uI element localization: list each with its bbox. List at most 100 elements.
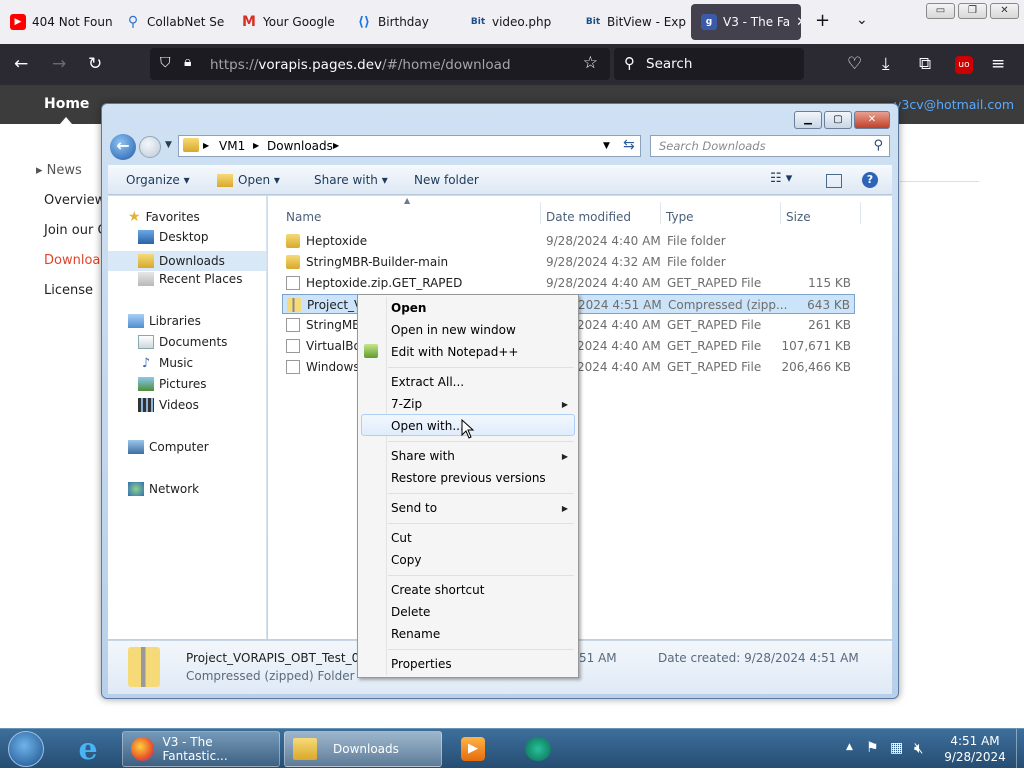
menu-open-new-window[interactable]: Open in new window <box>391 323 516 337</box>
system-clock[interactable]: 4:51 AM 9/28/2024 <box>935 733 1015 765</box>
tab-google-account[interactable]: M Your Google A <box>231 4 337 40</box>
nav-downloads[interactable]: Downloads <box>108 251 266 271</box>
tab-birthday[interactable]: ⟨⟩ Birthday <box>346 4 456 40</box>
search-bar[interactable]: ⚲ Search <box>614 48 804 80</box>
column-name[interactable]: Name <box>286 210 321 224</box>
tab-video-php[interactable]: Bit video.php <box>460 4 572 40</box>
media-player-icon[interactable]: ▶ <box>457 733 489 765</box>
column-date-modified[interactable]: Date modified <box>546 210 631 224</box>
menu-properties[interactable]: Properties <box>391 657 452 671</box>
nav-recent-places[interactable]: Recent Places <box>138 272 242 286</box>
menu-extract-all[interactable]: Extract All... <box>391 375 464 389</box>
nav-pictures[interactable]: Pictures <box>138 377 207 391</box>
menu-create-shortcut[interactable]: Create shortcut <box>391 583 484 597</box>
menu-send-to[interactable]: Send to <box>391 501 437 515</box>
site-nav-news[interactable]: ▸ News <box>36 163 82 178</box>
reload-icon[interactable]: ↻ <box>88 54 102 74</box>
menu-cut[interactable]: Cut <box>391 531 412 545</box>
file-row[interactable]: StringMBR-Builder-main 9/28/2024 4:32 AM F… <box>282 252 855 272</box>
start-button-icon[interactable] <box>8 731 44 767</box>
tab-v3-active[interactable]: g V3 - The Fa ✕ <box>691 4 801 40</box>
show-desktop-button[interactable] <box>1016 729 1024 769</box>
nav-desktop[interactable]: Desktop <box>138 230 209 244</box>
bookmark-star-icon[interactable]: ☆ <box>583 53 598 73</box>
breadcrumb-arrow-icon[interactable]: ▶ <box>253 141 259 150</box>
downloads-icon[interactable]: ⤓ <box>882 54 890 74</box>
menu-share-with[interactable]: Share with <box>391 449 455 463</box>
column-separator[interactable] <box>660 202 661 224</box>
site-nav-overview[interactable]: Overview <box>44 193 105 208</box>
taskbar-explorer[interactable]: Downloads <box>284 731 442 767</box>
nav-documents[interactable]: Documents <box>138 335 227 349</box>
menu-open[interactable]: Open <box>391 301 426 315</box>
breadcrumb-vm1[interactable]: VM1 <box>219 139 245 153</box>
menu-hamburger-icon[interactable]: ≡ <box>991 54 1005 74</box>
site-nav-license[interactable]: License <box>44 283 93 298</box>
nav-computer[interactable]: Computer <box>128 440 209 454</box>
refresh-icon[interactable]: ⇆ <box>623 137 635 153</box>
tab-bitview[interactable]: Bit BitView - Expl <box>575 4 687 40</box>
url-bar[interactable]: ⛉ 🔒︎ https://vorapis.pages.dev/#/home/do… <box>150 48 610 80</box>
taskbar-firefox[interactable]: V3 - The Fantastic... <box>122 731 280 767</box>
internet-explorer-icon[interactable]: e <box>72 732 104 767</box>
file-row[interactable]: Heptoxide.zip.GET_RAPED 9/28/2024 4:40 AM… <box>282 273 855 293</box>
site-email[interactable]: v3cv@hotmail.com <box>894 97 1014 112</box>
help-icon[interactable]: ? <box>862 172 878 188</box>
address-dropdown-icon[interactable]: ▼ <box>603 141 610 151</box>
open-button[interactable]: Open ▾ <box>238 173 280 187</box>
recent-pages-chevron-icon[interactable]: ▼ <box>165 140 172 150</box>
minimize-button[interactable]: ▭ <box>926 3 955 19</box>
nav-network[interactable]: Network <box>128 482 199 496</box>
volume-muted-icon[interactable]: 🔇︎ <box>914 739 923 757</box>
tab-collabnet[interactable]: ⚲ CollabNet Sear <box>115 4 225 40</box>
tray-expand-icon[interactable]: ▲ <box>846 742 853 752</box>
site-home-link[interactable]: Home <box>44 96 89 112</box>
menu-rename[interactable]: Rename <box>391 627 440 641</box>
menu-edit-notepadpp[interactable]: Edit with Notepad++ <box>391 345 518 359</box>
chat-app-icon[interactable] <box>522 733 554 765</box>
action-center-flag-icon[interactable]: ⚑ <box>866 740 879 756</box>
lock-icon[interactable]: 🔒︎ <box>184 54 191 70</box>
column-size[interactable]: Size <box>786 210 811 224</box>
breadcrumb-downloads[interactable]: Downloads <box>267 139 333 153</box>
site-nav-download[interactable]: Download <box>44 253 109 268</box>
nav-music[interactable]: ♪ Music <box>138 356 193 371</box>
column-separator[interactable] <box>540 202 541 224</box>
nav-libraries[interactable]: Libraries <box>128 314 201 328</box>
pocket-icon[interactable]: ♡ <box>847 54 862 74</box>
menu-delete[interactable]: Delete <box>391 605 430 619</box>
network-tray-icon[interactable]: ▦ <box>890 740 903 756</box>
forward-button-icon[interactable] <box>139 136 161 158</box>
column-type[interactable]: Type <box>666 210 694 224</box>
explorer-search-input[interactable]: Search Downloads ⚲ <box>650 135 890 157</box>
breadcrumb-arrow-icon[interactable]: ▶ <box>203 141 209 150</box>
site-nav-join[interactable]: Join our C <box>44 223 107 238</box>
address-bar[interactable]: ▶ VM1 ▶ Downloads ▶ ▼ ⇆ <box>178 135 641 157</box>
share-with-button[interactable]: Share with ▾ <box>314 173 388 187</box>
list-tabs-chevron-icon[interactable]: ⌄ <box>856 12 868 28</box>
column-separator[interactable] <box>780 202 781 224</box>
preview-pane-icon[interactable] <box>826 174 842 188</box>
new-folder-button[interactable]: New folder <box>414 173 479 187</box>
new-tab-icon[interactable]: + <box>815 10 830 31</box>
menu-open-with[interactable]: Open with... <box>391 419 464 433</box>
back-arrow-icon[interactable]: ← <box>14 54 28 74</box>
view-options-icon[interactable]: ☷ ▾ <box>770 171 792 186</box>
restore-button[interactable]: ❐ <box>958 3 987 19</box>
explorer-minimize-button[interactable]: ▁ <box>794 111 822 129</box>
menu-7zip[interactable]: 7-Zip <box>391 397 422 411</box>
column-separator[interactable] <box>860 202 861 224</box>
close-window-button[interactable]: ✕ <box>990 3 1019 19</box>
back-button-icon[interactable]: ← <box>110 134 136 160</box>
explorer-maximize-button[interactable]: ▢ <box>824 111 852 129</box>
close-tab-icon[interactable]: ✕ <box>796 15 801 30</box>
breadcrumb-arrow-icon[interactable]: ▶ <box>333 141 339 150</box>
extensions-icon[interactable]: ⧉ <box>919 54 931 74</box>
menu-copy[interactable]: Copy <box>391 553 421 567</box>
forward-arrow-icon[interactable]: → <box>52 54 66 74</box>
ublock-icon[interactable]: uo <box>955 56 973 74</box>
menu-restore-versions[interactable]: Restore previous versions <box>391 471 546 485</box>
nav-favorites[interactable]: ★ Favorites <box>128 209 200 225</box>
file-row[interactable]: Heptoxide 9/28/2024 4:40 AM File folder <box>282 231 855 251</box>
organize-button[interactable]: Organize ▾ <box>126 173 190 187</box>
